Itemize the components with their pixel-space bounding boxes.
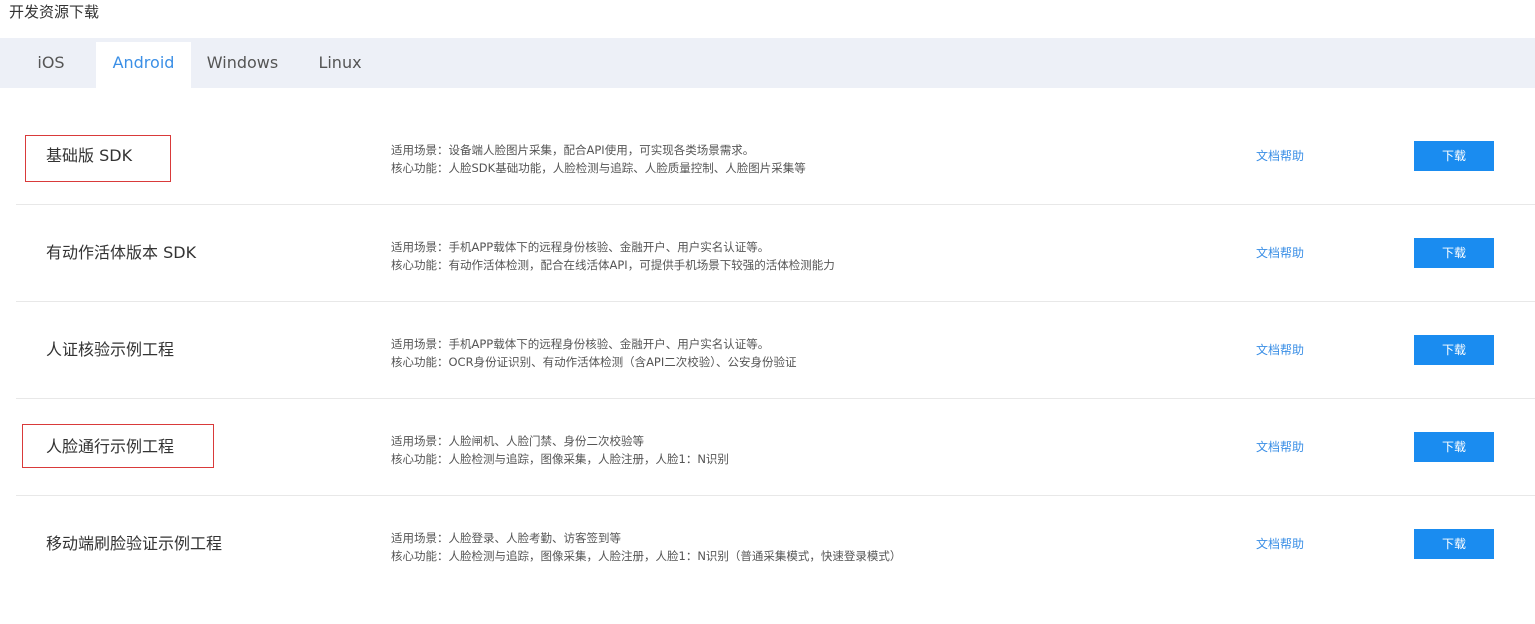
sdk-description: 适用场景：设备端人脸图片采集，配合API使用，可实现各类场景需求。 核心功能：人… [391, 141, 806, 177]
features-text: 核心功能：OCR身份证识别、有动作活体检测（含API二次校验）、公安身份验证 [391, 355, 797, 369]
scenario-text: 适用场景：人脸闸机、人脸门禁、身份二次校验等 [391, 434, 644, 448]
sdk-description: 适用场景：人脸闸机、人脸门禁、身份二次校验等 核心功能：人脸检测与追踪，图像采集… [391, 432, 729, 468]
doc-help-link[interactable]: 文档帮助 [1256, 245, 1304, 261]
features-text: 核心功能：人脸检测与追踪，图像采集，人脸注册，人脸1：N识别（普通采集模式，快速… [391, 549, 902, 563]
scenario-text: 适用场景：设备端人脸图片采集，配合API使用，可实现各类场景需求。 [391, 143, 755, 157]
sdk-name: 人脸通行示例工程 [46, 437, 175, 456]
sdk-name: 有动作活体版本 SDK [46, 243, 197, 262]
scenario-text: 适用场景：人脸登录、人脸考勤、访客签到等 [391, 531, 621, 545]
features-text: 核心功能：人脸SDK基础功能，人脸检测与追踪、人脸质量控制、人脸图片采集等 [391, 161, 806, 175]
scenario-text: 适用场景：手机APP载体下的远程身份核验、金融开户、用户实名认证等。 [391, 337, 770, 351]
download-button[interactable]: 下载 [1414, 335, 1494, 365]
sdk-row-action-liveness: 有动作活体版本 SDK 适用场景：手机APP载体下的远程身份核验、金融开户、用户… [16, 205, 1535, 302]
doc-help-link[interactable]: 文档帮助 [1256, 536, 1304, 552]
tab-linux[interactable]: Linux [294, 42, 386, 88]
sdk-row-mobile-face-verify: 移动端刷脸验证示例工程 适用场景：人脸登录、人脸考勤、访客签到等 核心功能：人脸… [16, 496, 1535, 592]
sdk-row-face-access: 人脸通行示例工程 适用场景：人脸闸机、人脸门禁、身份二次校验等 核心功能：人脸检… [16, 399, 1535, 496]
download-button[interactable]: 下载 [1414, 238, 1494, 268]
sdk-description: 适用场景：人脸登录、人脸考勤、访客签到等 核心功能：人脸检测与追踪，图像采集，人… [391, 529, 901, 565]
download-button[interactable]: 下载 [1414, 141, 1494, 171]
doc-help-link[interactable]: 文档帮助 [1256, 439, 1304, 455]
scenario-text: 适用场景：手机APP载体下的远程身份核验、金融开户、用户实名认证等。 [391, 240, 770, 254]
sdk-row-id-verification: 人证核验示例工程 适用场景：手机APP载体下的远程身份核验、金融开户、用户实名认… [16, 302, 1535, 399]
download-button[interactable]: 下载 [1414, 432, 1494, 462]
tab-ios[interactable]: iOS [6, 42, 96, 88]
tab-android[interactable]: Android [96, 42, 191, 88]
sdk-name: 人证核验示例工程 [46, 340, 175, 359]
sdk-row-basic: 基础版 SDK 适用场景：设备端人脸图片采集，配合API使用，可实现各类场景需求… [16, 108, 1535, 205]
download-button[interactable]: 下载 [1414, 529, 1494, 559]
features-text: 核心功能：有动作活体检测，配合在线活体API，可提供手机场景下较强的活体检测能力 [391, 258, 835, 272]
sdk-name: 基础版 SDK [46, 146, 133, 165]
doc-help-link[interactable]: 文档帮助 [1256, 148, 1304, 164]
page-title: 开发资源下载 [9, 3, 100, 21]
features-text: 核心功能：人脸检测与追踪，图像采集，人脸注册，人脸1：N识别 [391, 452, 729, 466]
sdk-description: 适用场景：手机APP载体下的远程身份核验、金融开户、用户实名认证等。 核心功能：… [391, 238, 835, 274]
doc-help-link[interactable]: 文档帮助 [1256, 342, 1304, 358]
tab-windows[interactable]: Windows [191, 42, 294, 88]
sdk-description: 适用场景：手机APP载体下的远程身份核验、金融开户、用户实名认证等。 核心功能：… [391, 335, 797, 371]
sdk-name: 移动端刷脸验证示例工程 [46, 534, 223, 553]
platform-tab-bar: iOS Android Windows Linux [0, 38, 1535, 88]
